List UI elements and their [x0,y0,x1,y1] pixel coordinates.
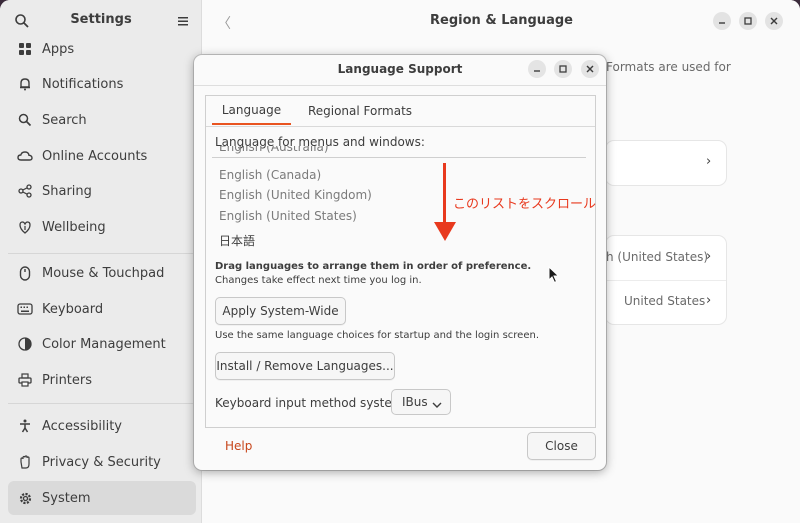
sidebar-title: Settings [70,12,132,27]
formats-description: Formats are used for [606,60,731,74]
mouse-icon [17,265,33,281]
input-method-value: IBus [402,395,428,409]
scroll-annotation: このリストをスクロール [453,197,597,212]
bell-icon [17,76,33,92]
hand-icon [17,454,33,470]
dialog-header-divider [194,85,606,86]
sidebar-item-color-management[interactable]: Color Management [8,327,196,361]
sidebar-item-search[interactable]: Search [8,103,196,137]
language-row[interactable]: › [606,141,726,185]
tab-notebook: Language Regional Formats Language for m… [205,95,596,428]
mouse-pointer-icon [548,265,560,288]
sidebar-item-sharing[interactable]: Sharing [8,174,196,208]
menu-icon[interactable] [176,14,190,28]
apply-note: Use the same language choices for startu… [215,330,539,341]
sidebar-item-notifications[interactable]: Notifications [8,67,196,101]
sidebar-separator [8,253,196,254]
sidebar-item-label: Accessibility [42,418,122,434]
color-icon [17,336,33,352]
language-item[interactable]: English (United Kingdom) [219,188,372,202]
dialog-minimize-button[interactable] [528,60,546,78]
sidebar-item-system[interactable]: System [8,481,196,515]
language-item[interactable]: English (Australia) [219,146,329,154]
formats-value: h (United States) [606,250,709,264]
sidebar-item-label: Online Accounts [42,148,148,164]
sidebar-item-label: Search [42,112,87,128]
minimize-button[interactable] [713,12,731,30]
chevron-right-icon: › [706,293,712,308]
tab-language[interactable]: Language [212,96,291,125]
help-link[interactable]: Help [225,439,252,453]
chevron-right-icon: › [706,154,712,169]
sidebar-item-label: Apps [42,41,75,57]
sidebar-item-keyboard[interactable]: Keyboard [8,292,196,326]
keyboard-icon [17,301,33,317]
sidebar-item-label: Notifications [42,76,124,92]
formats-card: h (United States) › United States › [606,236,726,324]
sidebar-item-label: System [42,490,91,506]
printer-icon [17,372,33,388]
sidebar-item-label: Color Management [42,336,166,352]
sidebar-item-mouse-touchpad[interactable]: Mouse & Touchpad [8,256,196,290]
gear-icon [17,490,33,506]
dialog-maximize-button[interactable] [554,60,572,78]
install-remove-languages-button[interactable]: Install / Remove Languages... [215,352,395,380]
cloud-icon [17,148,33,164]
formats-row[interactable]: h (United States) › [606,236,726,280]
sidebar-separator [8,403,196,404]
sidebar-item-printers[interactable]: Printers [8,363,196,397]
language-item[interactable]: English (United States) [219,209,357,223]
region-row[interactable]: United States › [606,280,726,324]
sidebar-item-label: Privacy & Security [42,454,161,470]
close-dialog-button[interactable]: Close [527,432,596,460]
chevron-right-icon: › [706,249,712,264]
search-icon [17,112,33,128]
language-support-dialog: Language Support Language Regional Forma… [194,55,606,470]
chevron-down-icon [432,398,442,412]
share-icon [17,183,33,199]
drag-hint: Drag languages to arrange them in order … [215,261,532,272]
maximize-button[interactable] [739,12,757,30]
tab-divider [206,126,595,127]
sidebar-item-online-accounts[interactable]: Online Accounts [8,139,196,173]
sidebar-item-label: Mouse & Touchpad [42,265,165,281]
sidebar: Settings Apps Notifications Search Onlin… [0,0,202,523]
page-title: Region & Language [430,13,573,28]
accessibility-icon [17,418,33,434]
arrow-down-icon [434,222,456,241]
region-value: United States [624,294,706,308]
language-item[interactable]: English (Canada) [219,168,321,182]
scroll-arrow-shaft [443,163,446,225]
drag-note: Changes take effect next time you log in… [215,275,422,286]
dialog-close-button[interactable] [581,60,599,78]
tab-regional-formats[interactable]: Regional Formats [304,96,416,125]
sidebar-item-accessibility[interactable]: Accessibility [8,409,196,443]
sidebar-item-privacy-security[interactable]: Privacy & Security [8,445,196,479]
sidebar-item-apps[interactable]: Apps [8,32,196,66]
sidebar-item-label: Wellbeing [42,219,106,235]
close-button[interactable] [765,12,783,30]
wellbeing-icon [17,219,33,235]
sidebar-item-wellbeing[interactable]: Wellbeing [8,210,196,244]
input-method-label: Keyboard input method system: [215,396,408,410]
apply-system-wide-button[interactable]: Apply System-Wide [215,297,346,325]
sidebar-item-label: Printers [42,372,93,388]
list-top-border [212,157,586,158]
sidebar-item-label: Sharing [42,183,92,199]
clipped-list-item: English (Australia) [210,146,593,157]
apps-icon [17,41,33,57]
input-method-select[interactable]: IBus [391,389,451,415]
sidebar-item-label: Keyboard [42,301,104,317]
language-item[interactable]: 日本語 [219,232,255,249]
